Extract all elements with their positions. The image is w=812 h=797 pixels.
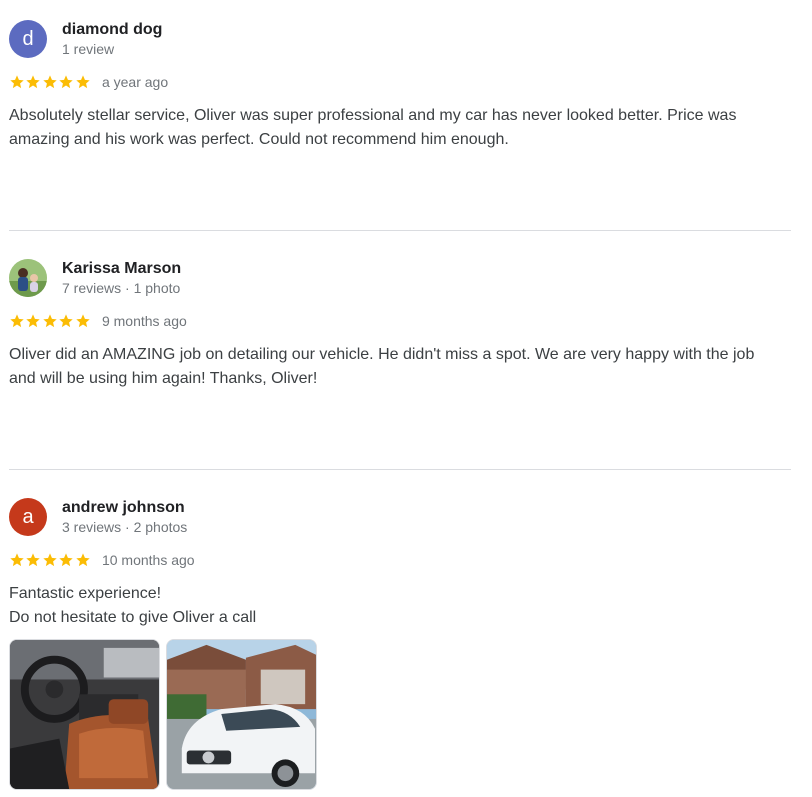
- star-icon: [59, 553, 73, 567]
- star-rating: [9, 552, 91, 568]
- review-text: Absolutely stellar service, Oliver was s…: [9, 107, 737, 148]
- reviewer-name[interactable]: Karissa Marson: [62, 260, 181, 278]
- star-icon: [59, 314, 73, 328]
- star-icon: [43, 75, 57, 89]
- review-text-line: Fantastic experience!: [9, 585, 162, 602]
- star-icon: [43, 553, 57, 567]
- rating-row: 10 months ago: [9, 550, 195, 570]
- avatar[interactable]: [9, 259, 47, 297]
- review-text-line: Do not hesitate to give Oliver a call: [9, 609, 257, 626]
- review-text: Fantastic experience! Do not hesitate to…: [9, 582, 784, 630]
- divider: [9, 230, 791, 231]
- avatar[interactable]: d: [9, 20, 47, 58]
- rating-row: a year ago: [9, 72, 168, 92]
- reviewer-name[interactable]: diamond dog: [62, 21, 162, 39]
- white-car-exterior-photo[interactable]: [166, 639, 317, 790]
- star-rating: [9, 313, 91, 329]
- avatar-photo: [9, 259, 47, 297]
- star-icon: [26, 314, 41, 328]
- review-date: a year ago: [101, 74, 169, 90]
- star-icon: [26, 553, 41, 567]
- review-text: Oliver did an AMAZING job on detailing o…: [9, 346, 755, 387]
- reviewer-meta: 3 reviews · 2 photos: [62, 519, 188, 535]
- star-icon: [75, 75, 90, 89]
- reviewer-name[interactable]: andrew johnson: [62, 499, 185, 517]
- star-icon: [75, 553, 90, 567]
- star-icon: [26, 75, 41, 89]
- reviewer-meta: 1 review: [62, 41, 115, 57]
- star-rating: [9, 74, 91, 90]
- divider: [9, 469, 791, 470]
- star-icon: [75, 314, 90, 328]
- star-icon: [10, 314, 24, 328]
- star-icon: [10, 75, 24, 89]
- avatar[interactable]: a: [9, 498, 47, 536]
- car-interior-photo[interactable]: [9, 639, 160, 790]
- reviewer-meta: 7 reviews · 1 photo: [62, 280, 181, 296]
- star-icon: [10, 553, 24, 567]
- avatar-letter: a: [22, 506, 34, 528]
- review-date: 9 months ago: [101, 313, 187, 329]
- review-photos: [9, 639, 317, 790]
- star-icon: [59, 75, 73, 89]
- review-date: 10 months ago: [101, 552, 195, 568]
- avatar-letter: d: [22, 28, 34, 50]
- rating-row: 9 months ago: [9, 311, 187, 331]
- star-icon: [43, 314, 57, 328]
